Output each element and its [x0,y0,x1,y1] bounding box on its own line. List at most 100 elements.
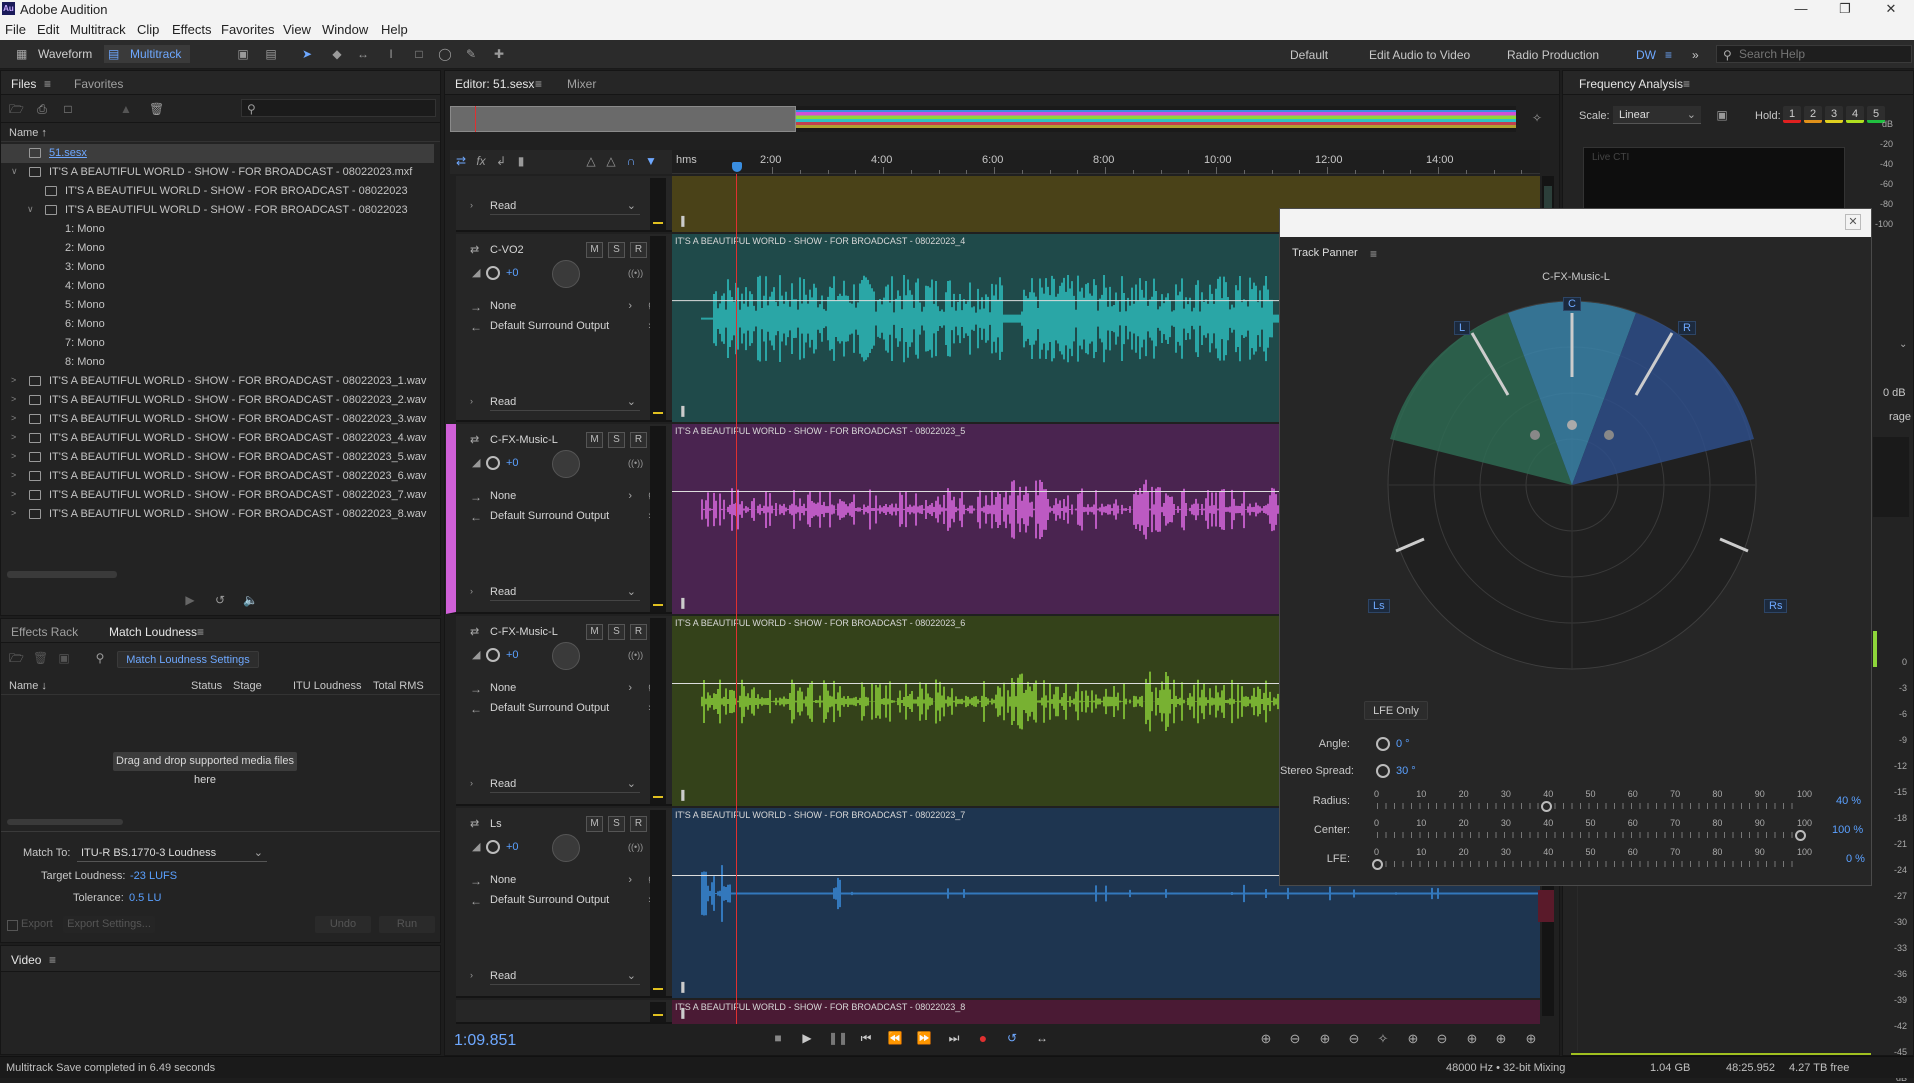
copy-spectrum-icon[interactable]: ▣ [1715,108,1729,122]
zoom-out-amplitude-icon[interactable]: ⊖ [1286,1030,1304,1048]
tab-favorites[interactable]: Favorites [74,77,123,91]
output-dropdown[interactable]: Default Surround Output› [490,508,652,525]
solo-button[interactable]: S [608,242,625,258]
snap-icon[interactable]: ∩ [624,154,638,168]
razor-tool-icon[interactable]: ◆ [330,47,344,61]
search-help-input[interactable] [1739,47,1907,61]
track-drag-icon[interactable]: ⇄ [470,625,479,638]
volume-knob[interactable] [486,266,500,280]
file-list-item[interactable]: > IT'S A BEAUTIFUL WORLD - SHOW - FOR BRO… [1,372,434,391]
volume-knob[interactable] [486,840,500,854]
file-list-item[interactable]: > IT'S A BEAUTIFUL WORLD - SHOW - FOR BRO… [1,429,434,448]
expand-arrow-icon[interactable]: ∨ [11,166,21,177]
fast-forward-icon[interactable]: ⏩ [916,1030,932,1046]
restore-icon[interactable]: ❐ [1822,0,1868,19]
files-filter-field[interactable]: ⚲ [241,99,436,117]
volume-value[interactable]: +0 [506,267,519,279]
mute-button[interactable]: M [586,624,603,640]
automation-mode-dropdown[interactable]: Read ⌄ [490,584,640,601]
tab-mixer[interactable]: Mixer [567,77,596,91]
tab-effects-rack[interactable]: Effects Rack [11,625,78,639]
zoom-in-point-icon[interactable]: ⊕ [1404,1030,1422,1048]
workspace-default[interactable]: Default [1290,48,1328,62]
video-menu-icon[interactable]: ≡ [49,953,56,967]
hold-button-4[interactable]: 4 [1846,106,1864,123]
volume-value[interactable]: +0 [506,457,519,469]
loudness-open-icon[interactable]: 🗁 [9,651,24,665]
frequency-menu-icon[interactable]: ≡ [1683,77,1690,91]
menu-help[interactable]: Help [381,22,408,37]
output-dropdown[interactable]: Default Surround Output› [490,892,652,909]
zoom-selection-icon[interactable]: ⊕ [1463,1030,1481,1048]
import-file-icon[interactable]: ⎙ [35,102,49,116]
menu-view[interactable]: View [283,22,311,37]
angle-knob[interactable] [1376,737,1390,751]
zoom-in-time-icon[interactable]: ⊕ [1316,1030,1334,1048]
move-tool-icon[interactable]: ➤ [300,47,314,61]
stereo-spread-value[interactable]: 30 ° [1396,765,1416,777]
eq-icon[interactable]: ▮ [514,154,528,168]
loudness-scan-icon[interactable]: ⚲ [93,651,107,665]
solo-button[interactable]: S [608,624,625,640]
menu-window[interactable]: Window [322,22,368,37]
track-drag-icon[interactable]: ⇄ [470,243,479,256]
expand-arrow-icon[interactable]: ∨ [27,204,37,215]
track-name[interactable]: C-FX-Music-L [490,434,558,446]
lasso-tool-icon[interactable]: ◯ [438,47,452,61]
sync-icon[interactable]: ⇄ [454,154,468,168]
loudness-copy-icon[interactable]: ▣ [57,651,71,665]
marker-icon[interactable]: ▼ [644,154,658,168]
solo-button[interactable]: S [608,432,625,448]
output-dropdown[interactable]: Default Surround Output› [490,318,652,335]
tolerance-value[interactable]: 0.5 LU [129,892,161,904]
lfe-value[interactable]: 0 % [1846,853,1865,865]
file-list-item[interactable]: 51.sesx [1,144,434,163]
track-name[interactable]: Ls [490,818,502,830]
close-icon[interactable]: ✕ [1868,0,1914,19]
lfe-slider[interactable]: 0 10 20 30 40 50 60 70 80 90 100 [1372,847,1812,871]
center-slider-thumb[interactable] [1795,830,1806,841]
center-slider[interactable]: 0 10 20 30 40 50 60 70 80 90 100 [1374,818,1812,842]
track-drag-icon[interactable]: ⇄ [470,433,479,446]
file-list-item[interactable]: > IT'S A BEAUTIFUL WORLD - SHOW - FOR BRO… [1,467,434,486]
zoom-tracks-icon[interactable]: ⊕ [1492,1030,1510,1048]
play-icon[interactable]: ▶ [799,1030,815,1046]
expand-arrow-icon[interactable]: > [11,470,21,480]
match-loudness-settings-button[interactable]: Match Loudness Settings [117,651,259,668]
track-lane[interactable]: IT'S A BEAUTIFUL WORLD - SHOW - FOR BROA… [672,1000,1540,1024]
record-icon[interactable]: ● [975,1030,991,1046]
hold-button-3[interactable]: 3 [1825,106,1843,123]
volume-knob[interactable] [486,648,500,662]
automation-mode-dropdown[interactable]: Read ⌄ [490,968,640,985]
expand-chevron-icon[interactable]: ⌄ [1899,339,1907,350]
expand-arrow-icon[interactable]: > [11,489,21,499]
search-help-field[interactable]: ⚲ [1716,45,1912,63]
brush-tool-icon[interactable]: ✎ [464,47,478,61]
time-selection-tool-icon[interactable]: I [384,47,398,61]
clip-title[interactable]: IT'S A BEAUTIFUL WORLD - SHOW - FOR BROA… [675,1002,965,1012]
menu-clip[interactable]: Clip [137,22,159,37]
file-list-item[interactable]: 2: Mono [1,239,434,258]
files-scrollbar[interactable] [7,571,117,578]
files-menu-icon[interactable]: ≡ [44,77,51,91]
file-list-item[interactable]: 5: Mono [1,296,434,315]
file-list-item[interactable]: > IT'S A BEAUTIFUL WORLD - SHOW - FOR BRO… [1,505,434,524]
tab-editor[interactable]: Editor: 51.sesx [455,77,534,91]
record-arm-button[interactable]: R [630,624,647,640]
multitrack-view-button[interactable]: ▤ Multitrack [104,45,190,63]
menu-effects[interactable]: Effects [172,22,212,37]
file-list-item[interactable]: 7: Mono [1,334,434,353]
file-list-item[interactable]: 1: Mono [1,220,434,239]
editor-menu-icon[interactable]: ≡ [535,77,542,91]
record-arm-button[interactable]: R [630,242,647,258]
surround-panner-display[interactable] [1380,293,1764,677]
pause-icon[interactable]: ❚❚ [828,1030,848,1046]
expand-automation-icon[interactable]: › [470,586,473,596]
fx-icon[interactable]: fx [474,154,488,168]
expand-arrow-icon[interactable]: > [11,432,21,442]
stop-icon[interactable]: ■ [770,1030,786,1046]
menu-favorites[interactable]: Favorites [221,22,274,37]
pan-knob[interactable] [552,450,580,478]
menu-multitrack[interactable]: Multitrack [70,22,126,37]
workspace-dw[interactable]: DW [1636,48,1656,62]
